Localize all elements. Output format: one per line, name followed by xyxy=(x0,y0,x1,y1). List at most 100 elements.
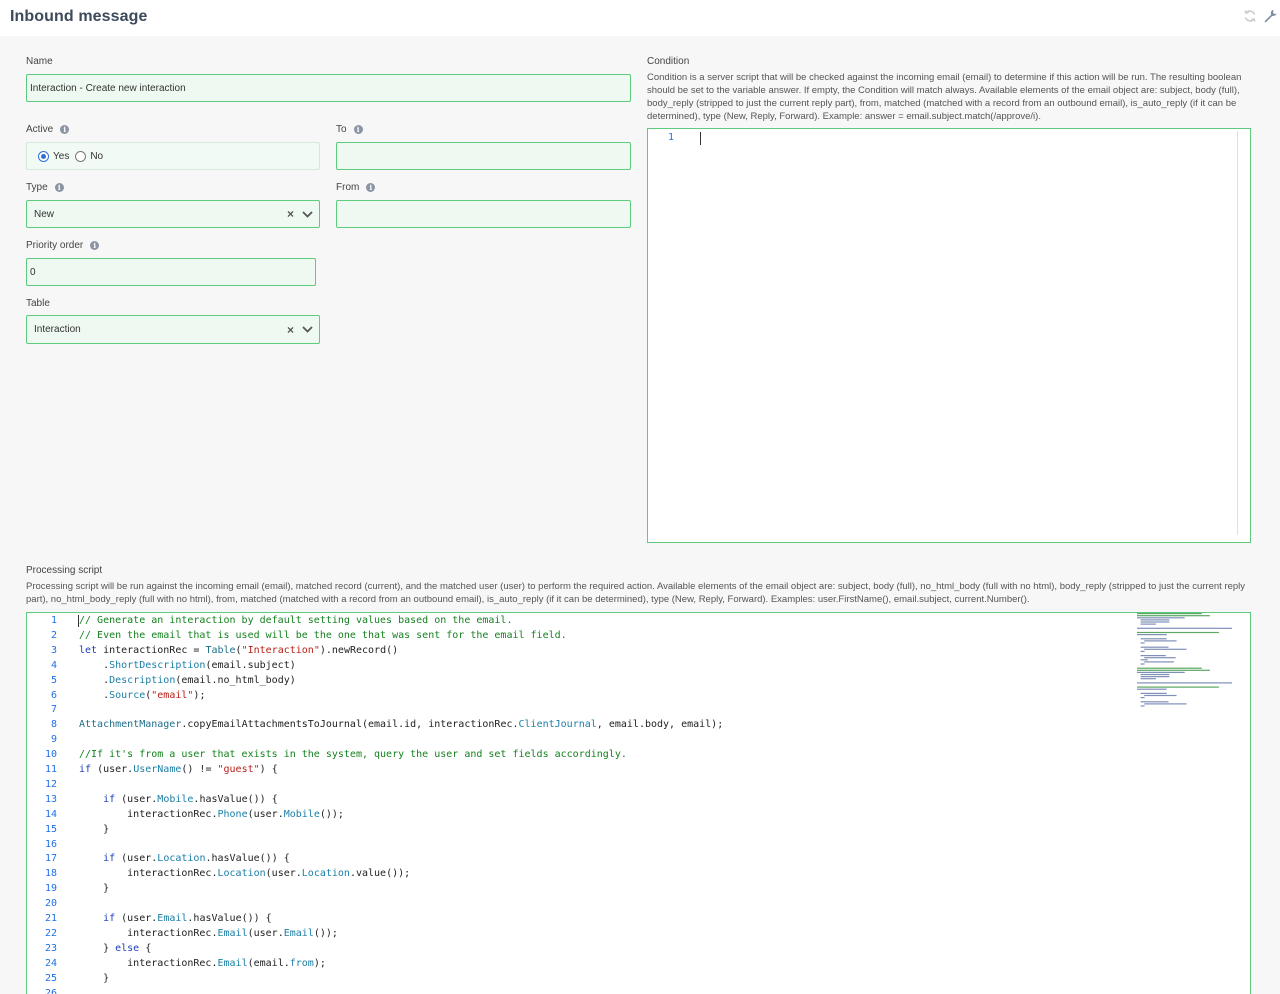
editor-scrollbar[interactable] xyxy=(1237,131,1238,535)
minimap-line xyxy=(1140,638,1167,640)
line-number: 19 xyxy=(44,883,57,895)
line-number: 11 xyxy=(44,764,57,775)
minimap-line xyxy=(1140,676,1170,678)
minimap-line xyxy=(1140,655,1166,657)
code-line: 16 xyxy=(27,837,1127,852)
code-text: //If it's from a user that exists in the… xyxy=(79,749,627,761)
line-number: 12 xyxy=(44,778,57,790)
name-input[interactable]: Interaction - Create new interaction xyxy=(26,74,631,102)
name-label-text: Name xyxy=(26,56,53,67)
line-number: 16 xyxy=(44,838,57,850)
chevron-down-icon[interactable] xyxy=(302,326,313,333)
code-line: 2 // Even the email that is used will be … xyxy=(27,628,1127,643)
clear-icon[interactable]: × xyxy=(287,324,294,336)
info-icon[interactable]: i xyxy=(366,183,376,192)
wrench-icon[interactable] xyxy=(1263,9,1277,23)
priority-input[interactable]: 0 xyxy=(26,258,316,286)
minimap-line xyxy=(1137,613,1202,615)
code-text: } xyxy=(79,883,110,895)
minimap-line xyxy=(1140,678,1156,680)
line-number: 7 xyxy=(50,704,57,716)
minimap-line xyxy=(1140,663,1145,665)
minimap-line xyxy=(1140,673,1170,676)
condition-editor[interactable]: 1 xyxy=(647,128,1251,543)
minimap-line xyxy=(1140,659,1148,661)
type-select[interactable]: New × xyxy=(26,200,320,228)
info-icon[interactable]: i xyxy=(60,125,70,134)
code-text: interactionRec.Location(user.Location.va… xyxy=(79,868,411,880)
minimap-line xyxy=(1137,615,1210,617)
line-number: 9 xyxy=(50,734,57,746)
minimap-line xyxy=(1144,640,1177,642)
active-no-label: No xyxy=(90,150,104,162)
page-header: Inbound message xyxy=(0,0,1280,36)
line-number: 1 xyxy=(668,132,675,143)
line-number: 18 xyxy=(44,868,57,880)
code-text: if (user.Email.hasValue()) { xyxy=(103,913,272,924)
refresh-icon[interactable] xyxy=(1243,9,1257,23)
radio-selected-icon xyxy=(38,150,49,162)
code-text: interactionRec.Phone(user.Mobile()); xyxy=(79,808,344,820)
code-line: 1 // Generate an interaction by default s… xyxy=(27,613,1127,628)
code-text: AttachmentManager.copyEmailAttachmentsTo… xyxy=(79,719,724,731)
code-line: 5 .Description(email.no_html_body) xyxy=(27,673,1127,688)
info-icon[interactable]: i xyxy=(353,125,363,134)
code-text: if (user.Mobile.hasValue()) { xyxy=(103,793,278,805)
code-line: 12 xyxy=(27,777,1127,792)
active-radio-group: Yes No xyxy=(26,142,320,170)
code-minimap[interactable] xyxy=(1137,613,1237,709)
line-number: 24 xyxy=(44,957,57,969)
minimap-line xyxy=(1144,648,1187,650)
code-text: .Source("email"); xyxy=(79,689,206,701)
code-line: 20 xyxy=(27,896,1127,911)
code-text: } xyxy=(79,972,110,984)
page-title: Inbound message xyxy=(10,8,148,25)
minimap-line xyxy=(1140,621,1170,623)
text-cursor xyxy=(78,615,79,627)
info-icon[interactable]: i xyxy=(54,183,64,192)
chevron-down-icon[interactable] xyxy=(302,210,313,218)
code-text: // Even the email that is used will be t… xyxy=(79,629,567,641)
minimap-line xyxy=(1140,619,1170,621)
minimap-line xyxy=(1137,634,1167,636)
active-label-text: Active xyxy=(26,124,54,135)
code-line: 3 let interactionRec = Table("Interaction… xyxy=(27,643,1127,658)
info-icon[interactable]: i xyxy=(90,241,100,250)
code-text: if (user.UserName() != "guest") { xyxy=(79,764,278,775)
code-text: .ShortDescription(email.subject) xyxy=(79,659,296,671)
active-yes-radio[interactable]: Yes xyxy=(38,150,69,162)
minimap-line xyxy=(1137,669,1210,671)
line-number: 26 xyxy=(44,987,57,994)
minimap-line xyxy=(1144,657,1176,659)
minimap-line xyxy=(1140,646,1169,648)
minimap-line xyxy=(1140,705,1145,707)
active-no-radio[interactable]: No xyxy=(75,150,104,162)
table-label: Table xyxy=(26,298,50,309)
code-line: 21 if (user.Email.hasValue()) { xyxy=(27,911,1127,926)
line-number: 14 xyxy=(44,808,57,820)
to-input[interactable] xyxy=(336,142,631,170)
code-text: } xyxy=(79,823,110,835)
text-cursor xyxy=(700,132,701,145)
from-input[interactable] xyxy=(336,200,631,228)
code-line: 17 if (user.Location.hasValue()) { xyxy=(27,851,1127,866)
priority-input-value: 0 xyxy=(30,266,36,278)
code-text: .Description(email.no_html_body) xyxy=(79,674,296,686)
line-number: 2 xyxy=(50,629,57,641)
code-line: 23 } else { xyxy=(27,941,1127,956)
code-line: 6 .Source("email"); xyxy=(27,688,1127,703)
code-line: 14 interactionRec.Phone(user.Mobile()); xyxy=(27,807,1127,822)
type-label-text: Type xyxy=(26,182,48,193)
minimap-line xyxy=(1140,692,1167,694)
line-number: 23 xyxy=(44,942,57,954)
code-line: 9 xyxy=(27,732,1127,747)
processing-script-editor[interactable]: 1 // Generate an interaction by default s… xyxy=(26,612,1251,994)
active-label: Active i xyxy=(26,124,70,135)
name-label: Name xyxy=(26,56,53,67)
to-label-text: To xyxy=(336,124,347,135)
code-line: 22 interactionRec.Email(user.Email()); xyxy=(27,926,1127,941)
table-select[interactable]: Interaction × xyxy=(26,315,320,344)
code-line: 26 xyxy=(27,986,1127,994)
line-number: 8 xyxy=(50,719,57,731)
clear-icon[interactable]: × xyxy=(287,208,294,220)
